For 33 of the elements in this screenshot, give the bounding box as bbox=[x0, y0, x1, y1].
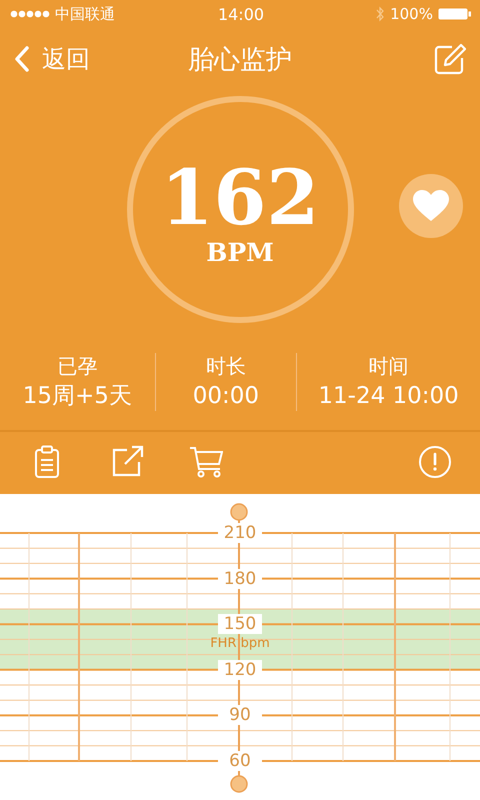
info-button[interactable] bbox=[418, 445, 452, 479]
chevron-left-icon bbox=[14, 45, 30, 73]
heart-icon bbox=[412, 189, 450, 223]
stat-label: 时间 bbox=[368, 353, 409, 379]
edit-button[interactable] bbox=[434, 43, 466, 75]
info-icon bbox=[418, 445, 452, 479]
screen-title: 胎心监护 bbox=[187, 44, 293, 76]
cart-icon bbox=[189, 445, 223, 479]
battery-icon bbox=[438, 7, 472, 21]
stat-value: 15周+5天 bbox=[22, 382, 132, 411]
cart-button[interactable] bbox=[189, 445, 223, 479]
heart-rate-unit: BPM bbox=[206, 238, 274, 268]
signal-icon bbox=[10, 9, 50, 19]
bluetooth-icon bbox=[375, 6, 386, 22]
battery-percent: 100% bbox=[390, 5, 433, 23]
axis-tick: 180 bbox=[218, 568, 262, 589]
stat-label: 时长 bbox=[206, 353, 246, 379]
heart-rate-value: 162 bbox=[160, 158, 320, 238]
axis-tick: 120 bbox=[218, 660, 262, 680]
stat-value: 00:00 bbox=[192, 382, 260, 411]
share-icon bbox=[111, 445, 145, 479]
axis-label: FHR bpm bbox=[209, 636, 271, 651]
carrier-name: 中国联通 bbox=[55, 4, 115, 24]
stat-label: 已孕 bbox=[57, 353, 98, 379]
axis-tick: 150 bbox=[218, 614, 262, 634]
status-time: 14:00 bbox=[218, 4, 264, 24]
axis-tick: 90 bbox=[218, 705, 262, 726]
edit-icon bbox=[434, 43, 466, 75]
stat-value: 11-24 10:00 bbox=[318, 382, 459, 411]
share-button[interactable] bbox=[111, 445, 145, 479]
axis-tick: 60 bbox=[218, 751, 262, 771]
axis-tick: 210 bbox=[218, 523, 262, 543]
back-button[interactable]: 返回 bbox=[14, 43, 90, 75]
